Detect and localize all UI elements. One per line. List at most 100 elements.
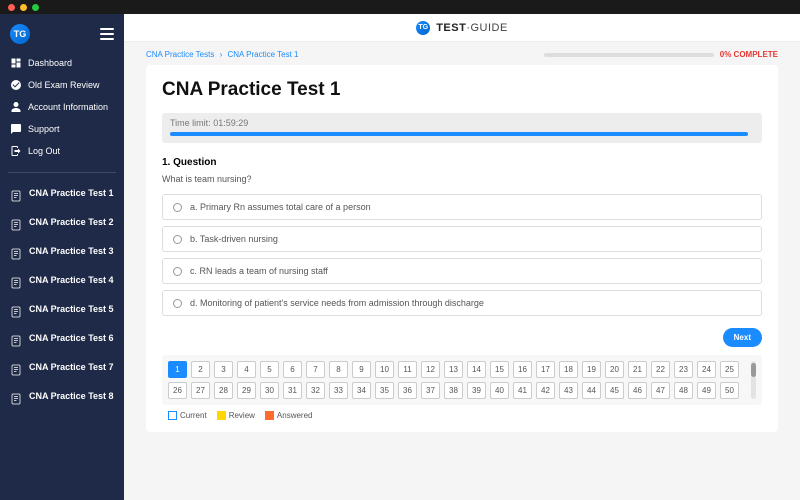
question-nav-17[interactable]: 17 <box>536 361 555 378</box>
test-item[interactable]: CNA Practice Test 3 <box>0 239 124 268</box>
test-item[interactable]: CNA Practice Test 6 <box>0 326 124 355</box>
test-item[interactable]: CNA Practice Test 5 <box>0 297 124 326</box>
question-nav-43[interactable]: 43 <box>559 382 578 399</box>
question-nav-12[interactable]: 12 <box>421 361 440 378</box>
question-nav-31[interactable]: 31 <box>283 382 302 399</box>
question-nav-5[interactable]: 5 <box>260 361 279 378</box>
question-nav-30[interactable]: 30 <box>260 382 279 399</box>
question-nav-47[interactable]: 47 <box>651 382 670 399</box>
grid-scrollbar[interactable] <box>751 361 756 399</box>
question-nav-18[interactable]: 18 <box>559 361 578 378</box>
question-nav-2[interactable]: 2 <box>191 361 210 378</box>
question-nav-7[interactable]: 7 <box>306 361 325 378</box>
window-chrome <box>0 0 800 14</box>
document-icon <box>10 276 22 290</box>
question-nav-25[interactable]: 25 <box>720 361 739 378</box>
question-nav-23[interactable]: 23 <box>674 361 693 378</box>
brand-light: ·GUIDE <box>466 22 508 34</box>
document-icon <box>10 189 22 203</box>
test-item-label: CNA Practice Test 7 <box>29 362 114 377</box>
question-nav-19[interactable]: 19 <box>582 361 601 378</box>
question-nav-3[interactable]: 3 <box>214 361 233 378</box>
question-nav-38[interactable]: 38 <box>444 382 463 399</box>
menu-toggle-icon[interactable] <box>100 28 114 40</box>
document-icon <box>10 305 22 319</box>
question-nav-28[interactable]: 28 <box>214 382 233 399</box>
question-nav-50[interactable]: 50 <box>720 382 739 399</box>
breadcrumb-parent[interactable]: CNA Practice Tests <box>146 50 214 59</box>
question-nav-44[interactable]: 44 <box>582 382 601 399</box>
question-nav-24[interactable]: 24 <box>697 361 716 378</box>
question-nav-36[interactable]: 36 <box>398 382 417 399</box>
question-nav-22[interactable]: 22 <box>651 361 670 378</box>
question-nav-15[interactable]: 15 <box>490 361 509 378</box>
question-nav-27[interactable]: 27 <box>191 382 210 399</box>
question-nav-39[interactable]: 39 <box>467 382 486 399</box>
question-nav-33[interactable]: 33 <box>329 382 348 399</box>
question-nav-1[interactable]: 1 <box>168 361 187 378</box>
question-nav-41[interactable]: 41 <box>513 382 532 399</box>
document-icon <box>10 363 22 377</box>
answer-text: c. RN leads a team of nursing staff <box>190 266 328 276</box>
nav-item-label: Account Information <box>28 102 108 112</box>
question-nav-14[interactable]: 14 <box>467 361 486 378</box>
question-nav-40[interactable]: 40 <box>490 382 509 399</box>
nav-item-account-information[interactable]: Account Information <box>0 96 124 118</box>
next-button[interactable]: Next <box>723 328 762 347</box>
question-nav-16[interactable]: 16 <box>513 361 532 378</box>
test-item[interactable]: CNA Practice Test 1 <box>0 181 124 210</box>
answer-option[interactable]: d. Monitoring of patient's service needs… <box>162 290 762 316</box>
question-nav-37[interactable]: 37 <box>421 382 440 399</box>
maximize-window-icon[interactable] <box>32 4 39 11</box>
nav-item-log-out[interactable]: Log Out <box>0 140 124 162</box>
question-nav-4[interactable]: 4 <box>237 361 256 378</box>
question-nav-9[interactable]: 9 <box>352 361 371 378</box>
answer-option[interactable]: c. RN leads a team of nursing staff <box>162 258 762 284</box>
test-item-label: CNA Practice Test 3 <box>29 246 114 261</box>
progress-track <box>544 53 714 57</box>
timer-progress <box>170 132 748 136</box>
radio-icon <box>173 267 182 276</box>
answer-option[interactable]: b. Task-driven nursing <box>162 226 762 252</box>
question-nav-grid: 1234567891011121314151617181920212223242… <box>162 355 762 405</box>
question-nav-35[interactable]: 35 <box>375 382 394 399</box>
question-nav-8[interactable]: 8 <box>329 361 348 378</box>
test-item-label: CNA Practice Test 2 <box>29 217 114 232</box>
question-nav-29[interactable]: 29 <box>237 382 256 399</box>
question-nav-20[interactable]: 20 <box>605 361 624 378</box>
question-nav-48[interactable]: 48 <box>674 382 693 399</box>
test-item[interactable]: CNA Practice Test 4 <box>0 268 124 297</box>
question-nav-26[interactable]: 26 <box>168 382 187 399</box>
question-nav-32[interactable]: 32 <box>306 382 325 399</box>
minimize-window-icon[interactable] <box>20 4 27 11</box>
question-nav-6[interactable]: 6 <box>283 361 302 378</box>
answer-text: a. Primary Rn assumes total care of a pe… <box>190 202 371 212</box>
question-nav-42[interactable]: 42 <box>536 382 555 399</box>
nav-item-old-exam-review[interactable]: Old Exam Review <box>0 74 124 96</box>
question-nav-10[interactable]: 10 <box>375 361 394 378</box>
test-item[interactable]: CNA Practice Test 8 <box>0 384 124 413</box>
answer-option[interactable]: a. Primary Rn assumes total care of a pe… <box>162 194 762 220</box>
test-item[interactable]: CNA Practice Test 2 <box>0 210 124 239</box>
question-heading: 1. Question <box>162 157 762 168</box>
close-window-icon[interactable] <box>8 4 15 11</box>
question-nav-11[interactable]: 11 <box>398 361 417 378</box>
question-nav-46[interactable]: 46 <box>628 382 647 399</box>
question-nav-45[interactable]: 45 <box>605 382 624 399</box>
question-nav-13[interactable]: 13 <box>444 361 463 378</box>
test-item-label: CNA Practice Test 4 <box>29 275 114 290</box>
tests-list: CNA Practice Test 1 CNA Practice Test 2 CN… <box>0 181 124 423</box>
page-title: CNA Practice Test 1 <box>162 79 762 101</box>
sidebar-divider <box>8 172 116 173</box>
question-nav-21[interactable]: 21 <box>628 361 647 378</box>
nav-item-support[interactable]: Support <box>0 118 124 140</box>
sidebar: TG DashboardOld Exam ReviewAccount Infor… <box>0 14 124 500</box>
question-nav-49[interactable]: 49 <box>697 382 716 399</box>
question-nav-34[interactable]: 34 <box>352 382 371 399</box>
nav-section: DashboardOld Exam Review Account Informat… <box>0 52 124 168</box>
radio-icon <box>173 299 182 308</box>
test-item[interactable]: CNA Practice Test 7 <box>0 355 124 384</box>
complete-label: 0% COMPLETE <box>720 50 778 59</box>
nav-item-dashboard[interactable]: Dashboard <box>0 52 124 74</box>
breadcrumb-current[interactable]: CNA Practice Test 1 <box>227 50 298 59</box>
